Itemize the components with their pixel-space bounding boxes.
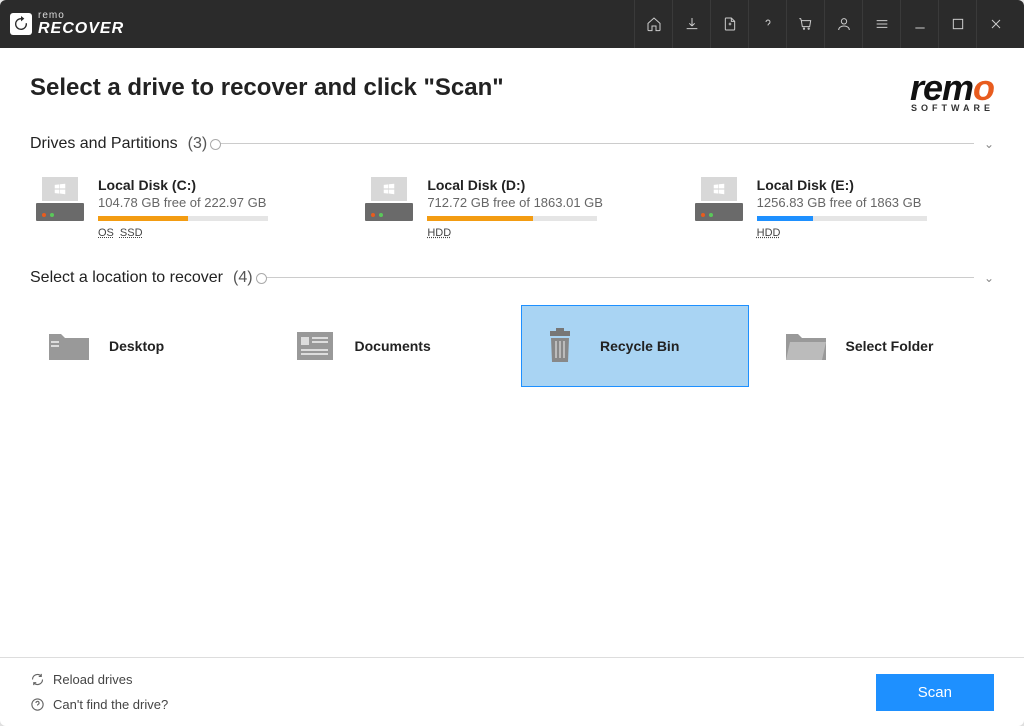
recover-icon: [10, 13, 32, 35]
download-button[interactable]: [672, 0, 710, 48]
close-button[interactable]: [976, 0, 1014, 48]
help-button[interactable]: [748, 0, 786, 48]
drive-item[interactable]: Local Disk (C:) 104.78 GB free of 222.97 …: [30, 171, 335, 247]
brand-logo: remo SOFTWARE: [910, 74, 994, 113]
brand-sub: SOFTWARE: [910, 103, 994, 113]
drive-tags: HDD: [757, 227, 787, 239]
drive-name: Local Disk (C:): [98, 177, 329, 193]
location-item-select-folder[interactable]: Select Folder: [767, 305, 995, 387]
drives-count: (3): [188, 135, 208, 153]
reload-icon: [30, 672, 45, 687]
drive-name: Local Disk (E:): [757, 177, 988, 193]
collapse-icon[interactable]: ⌄: [984, 137, 994, 151]
titlebar: remo RECOVER: [0, 0, 1024, 48]
drive-icon: [36, 177, 84, 221]
app-window: remo RECOVER Select a drive to recover a…: [0, 0, 1024, 726]
menu-button[interactable]: [862, 0, 900, 48]
locations-section: Select a location to recover (4) ⌄ Deskt…: [30, 269, 994, 387]
drive-icon: [695, 177, 743, 221]
drive-icon: [365, 177, 413, 221]
export-button[interactable]: [710, 0, 748, 48]
question-icon: [30, 697, 45, 712]
drive-usage-bar: [757, 216, 927, 221]
trash-icon: [538, 328, 582, 364]
divider: [217, 143, 974, 144]
location-label: Desktop: [109, 338, 164, 354]
app-logo: remo RECOVER: [10, 11, 124, 37]
drive-free-text: 1256.83 GB free of 1863 GB: [757, 195, 988, 210]
minimize-button[interactable]: [900, 0, 938, 48]
locations-section-label: Select a location to recover: [30, 269, 223, 287]
location-item-recycle-bin[interactable]: Recycle Bin: [521, 305, 749, 387]
drive-usage-bar: [98, 216, 268, 221]
drive-tags: HDD: [427, 227, 457, 239]
drive-free-text: 104.78 GB free of 222.97 GB: [98, 195, 329, 210]
drives-section: Drives and Partitions (3) ⌄ Local Disk (…: [30, 135, 994, 247]
location-label: Recycle Bin: [600, 338, 679, 354]
help-link[interactable]: Can't find the drive?: [30, 697, 168, 712]
drives-section-label: Drives and Partitions: [30, 135, 178, 153]
home-button[interactable]: [634, 0, 672, 48]
maximize-button[interactable]: [938, 0, 976, 48]
footer: Reload drives Can't find the drive? Scan: [0, 657, 1024, 726]
cart-button[interactable]: [786, 0, 824, 48]
drive-item[interactable]: Local Disk (E:) 1256.83 GB free of 1863 G…: [689, 171, 994, 247]
help-label: Can't find the drive?: [53, 697, 168, 712]
account-button[interactable]: [824, 0, 862, 48]
drive-free-text: 712.72 GB free of 1863.01 GB: [427, 195, 658, 210]
brand-accent: o: [973, 67, 994, 108]
location-label: Select Folder: [846, 338, 934, 354]
location-label: Documents: [355, 338, 431, 354]
documents-icon: [293, 328, 337, 364]
brand-main: rem: [910, 67, 973, 108]
divider: [263, 277, 974, 278]
reload-drives-link[interactable]: Reload drives: [30, 672, 168, 687]
page-title: Select a drive to recover and click "Sca…: [30, 74, 504, 102]
drive-usage-bar: [427, 216, 597, 221]
drive-item[interactable]: Local Disk (D:) 712.72 GB free of 1863.01…: [359, 171, 664, 247]
main-content: Select a drive to recover and click "Sca…: [0, 48, 1024, 657]
folder-icon: [47, 328, 91, 364]
titlebar-product-text: RECOVER: [38, 21, 124, 37]
drive-name: Local Disk (D:): [427, 177, 658, 193]
drive-tags: OSSSD: [98, 227, 149, 239]
reload-label: Reload drives: [53, 672, 133, 687]
location-item-desktop[interactable]: Desktop: [30, 305, 258, 387]
collapse-icon[interactable]: ⌄: [984, 271, 994, 285]
location-item-documents[interactable]: Documents: [276, 305, 504, 387]
scan-button[interactable]: Scan: [876, 674, 994, 711]
open-folder-icon: [784, 328, 828, 364]
locations-count: (4): [233, 269, 253, 287]
